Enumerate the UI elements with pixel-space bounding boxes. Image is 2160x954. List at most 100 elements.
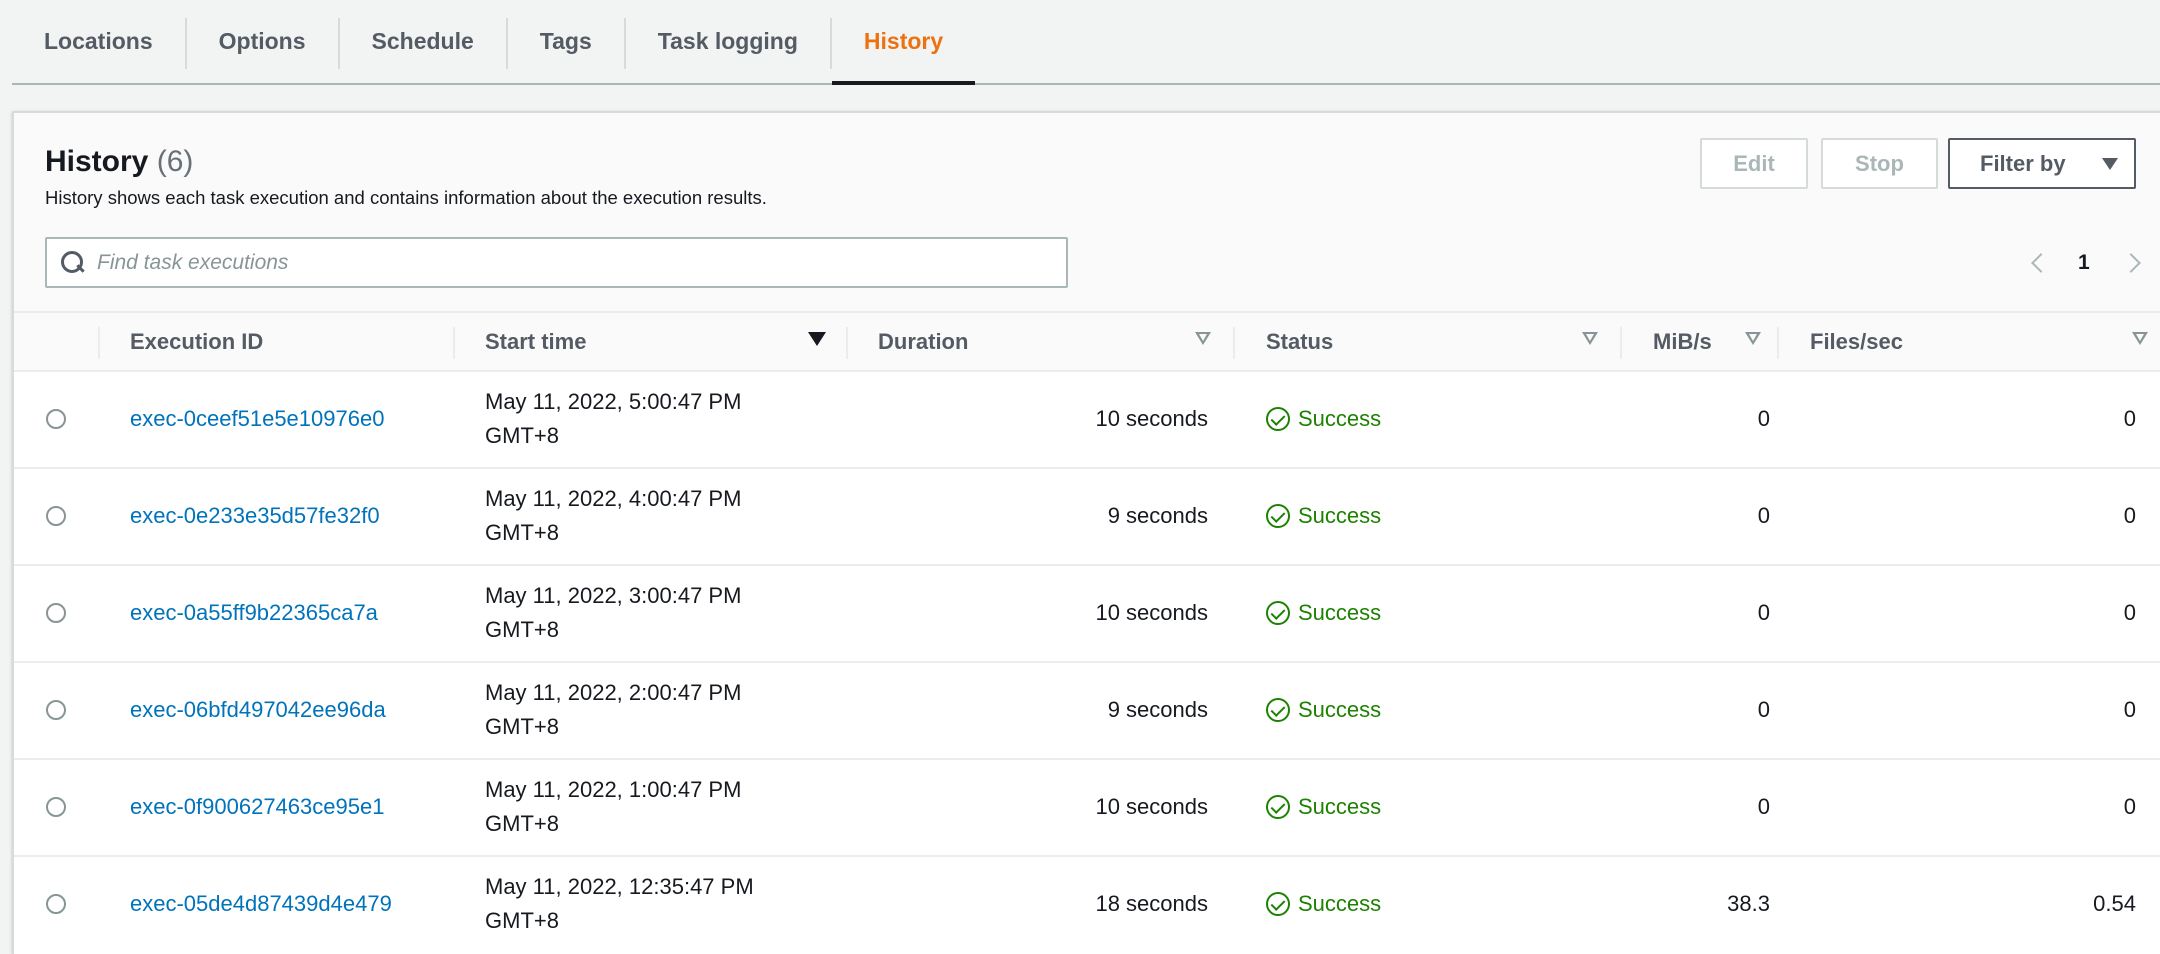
table-row[interactable]: exec-0e233e35d57fe32f0 May 11, 2022, 4:0…: [14, 469, 2160, 566]
tab-options[interactable]: Options: [187, 0, 338, 83]
chevron-right-icon[interactable]: [2120, 253, 2141, 273]
search-icon: [59, 249, 87, 277]
search-input[interactable]: [97, 250, 997, 275]
table-row[interactable]: exec-0f900627463ce95e1 May 11, 2022, 1:0…: [14, 760, 2160, 857]
table-row[interactable]: exec-06bfd497042ee96da May 11, 2022, 2:0…: [14, 663, 2160, 760]
sort-icon[interactable]: [1195, 332, 1211, 346]
success-check-icon: [1266, 795, 1290, 819]
mibs-cell: 0: [1757, 794, 1770, 819]
duration-cell: 18 seconds: [1095, 891, 1208, 916]
tab-label: Schedule: [371, 28, 474, 54]
start-time-zone: GMT+8: [485, 423, 559, 448]
start-time-zone: GMT+8: [485, 908, 559, 933]
tab-label: Locations: [44, 28, 153, 54]
row-radio[interactable]: [46, 506, 66, 526]
execution-id-link[interactable]: exec-0f900627463ce95e1: [130, 794, 384, 820]
tab-history[interactable]: History: [831, 0, 976, 85]
column-divider: [1620, 327, 1622, 359]
tab-bar: Locations Options Schedule Tags Task log…: [12, 0, 2160, 85]
column-header-status[interactable]: Status: [1266, 313, 1333, 370]
table-row[interactable]: exec-0a55ff9b22365ca7a May 11, 2022, 3:0…: [14, 566, 2160, 663]
success-check-icon: [1266, 504, 1290, 528]
tab-task-logging[interactable]: Task logging: [626, 0, 830, 83]
start-time-date: May 11, 2022, 4:00:47 PM: [485, 486, 742, 511]
table-header: Execution ID Start time Duration Status …: [14, 313, 2160, 372]
execution-id-link[interactable]: exec-06bfd497042ee96da: [130, 697, 386, 723]
table-row[interactable]: exec-05de4d87439d4e479 May 11, 2022, 12:…: [14, 857, 2160, 954]
tab-tags[interactable]: Tags: [508, 0, 624, 83]
mibs-cell: 38.3: [1727, 891, 1770, 916]
duration-cell: 9 seconds: [1107, 697, 1208, 722]
sort-icon[interactable]: [1745, 332, 1761, 346]
sort-descending-icon[interactable]: [808, 332, 826, 346]
status-cell: Success: [1266, 503, 1381, 529]
execution-id-link[interactable]: exec-05de4d87439d4e479: [130, 891, 392, 917]
mibs-cell: 0: [1757, 600, 1770, 625]
files-sec-cell: 0.54: [2093, 891, 2136, 916]
execution-id-link[interactable]: exec-0e233e35d57fe32f0: [130, 503, 380, 529]
files-sec-cell: 0: [2123, 697, 2136, 722]
tab-schedule[interactable]: Schedule: [340, 0, 506, 83]
column-divider: [453, 327, 455, 359]
row-radio[interactable]: [46, 409, 66, 429]
tab-label: Options: [218, 28, 306, 54]
start-time-date: May 11, 2022, 5:00:47 PM: [485, 389, 742, 414]
duration-cell: 10 seconds: [1095, 794, 1208, 819]
table-row[interactable]: exec-0ceef51e5e10976e0 May 11, 2022, 5:0…: [14, 372, 2160, 469]
status-cell: Success: [1266, 891, 1381, 917]
column-divider: [846, 327, 848, 359]
row-radio[interactable]: [46, 797, 66, 817]
status-cell: Success: [1266, 794, 1381, 820]
start-time-zone: GMT+8: [485, 714, 559, 739]
success-check-icon: [1266, 892, 1290, 916]
stop-button[interactable]: Stop: [1821, 138, 1938, 189]
status-cell: Success: [1266, 697, 1381, 723]
panel-description: History shows each task execution and co…: [45, 187, 767, 208]
files-sec-cell: 0: [2123, 406, 2136, 431]
status-cell: Success: [1266, 600, 1381, 626]
row-radio[interactable]: [46, 603, 66, 623]
column-divider: [1777, 327, 1779, 359]
execution-id-link[interactable]: exec-0ceef51e5e10976e0: [130, 406, 384, 432]
column-header-mibs[interactable]: MiB/s: [1653, 313, 1712, 370]
filter-by-button[interactable]: Filter by: [1948, 138, 2136, 189]
duration-cell: 10 seconds: [1095, 406, 1208, 431]
files-sec-cell: 0: [2123, 600, 2136, 625]
tab-label: History: [863, 28, 944, 54]
start-time-cell: May 11, 2022, 5:00:47 PM GMT+8: [485, 385, 741, 453]
column-header-duration[interactable]: Duration: [878, 313, 968, 370]
sort-icon[interactable]: [2132, 332, 2148, 346]
start-time-cell: May 11, 2022, 2:00:47 PM GMT+8: [485, 676, 741, 744]
filter-by-label: Filter by: [1980, 150, 2066, 176]
start-time-date: May 11, 2022, 2:00:47 PM: [485, 680, 742, 705]
status-text: Success: [1298, 503, 1382, 528]
tab-locations[interactable]: Locations: [12, 0, 185, 83]
success-check-icon: [1266, 698, 1290, 722]
execution-id-link[interactable]: exec-0a55ff9b22365ca7a: [130, 600, 378, 626]
column-header-execution-id[interactable]: Execution ID: [130, 313, 263, 370]
sort-icon[interactable]: [1582, 332, 1598, 346]
column-header-start-time[interactable]: Start time: [485, 313, 586, 370]
row-radio[interactable]: [46, 894, 66, 914]
caret-down-icon: [2101, 157, 2118, 170]
start-time-cell: May 11, 2022, 4:00:47 PM GMT+8: [485, 482, 741, 550]
status-text: Success: [1298, 406, 1382, 431]
tab-label: Task logging: [657, 28, 798, 54]
success-check-icon: [1266, 407, 1290, 431]
start-time-cell: May 11, 2022, 3:00:47 PM GMT+8: [485, 579, 741, 647]
page-title: History (6): [45, 145, 193, 179]
chevron-left-icon[interactable]: [2031, 253, 2051, 273]
status-cell: Success: [1266, 406, 1381, 432]
start-time-zone: GMT+8: [485, 811, 559, 836]
start-time-zone: GMT+8: [485, 617, 559, 642]
row-radio[interactable]: [46, 700, 66, 720]
pagination: 1: [2026, 241, 2141, 285]
search-box[interactable]: [45, 237, 1068, 288]
page-number[interactable]: 1: [2078, 251, 2090, 275]
title-text: History: [45, 145, 149, 178]
column-header-files-sec[interactable]: Files/sec: [1810, 313, 1903, 370]
mibs-cell: 0: [1757, 503, 1770, 528]
start-time-date: May 11, 2022, 12:35:47 PM: [485, 874, 754, 899]
edit-button[interactable]: Edit: [1700, 138, 1808, 189]
panel-header: History (6) History shows each task exec…: [14, 113, 2160, 313]
